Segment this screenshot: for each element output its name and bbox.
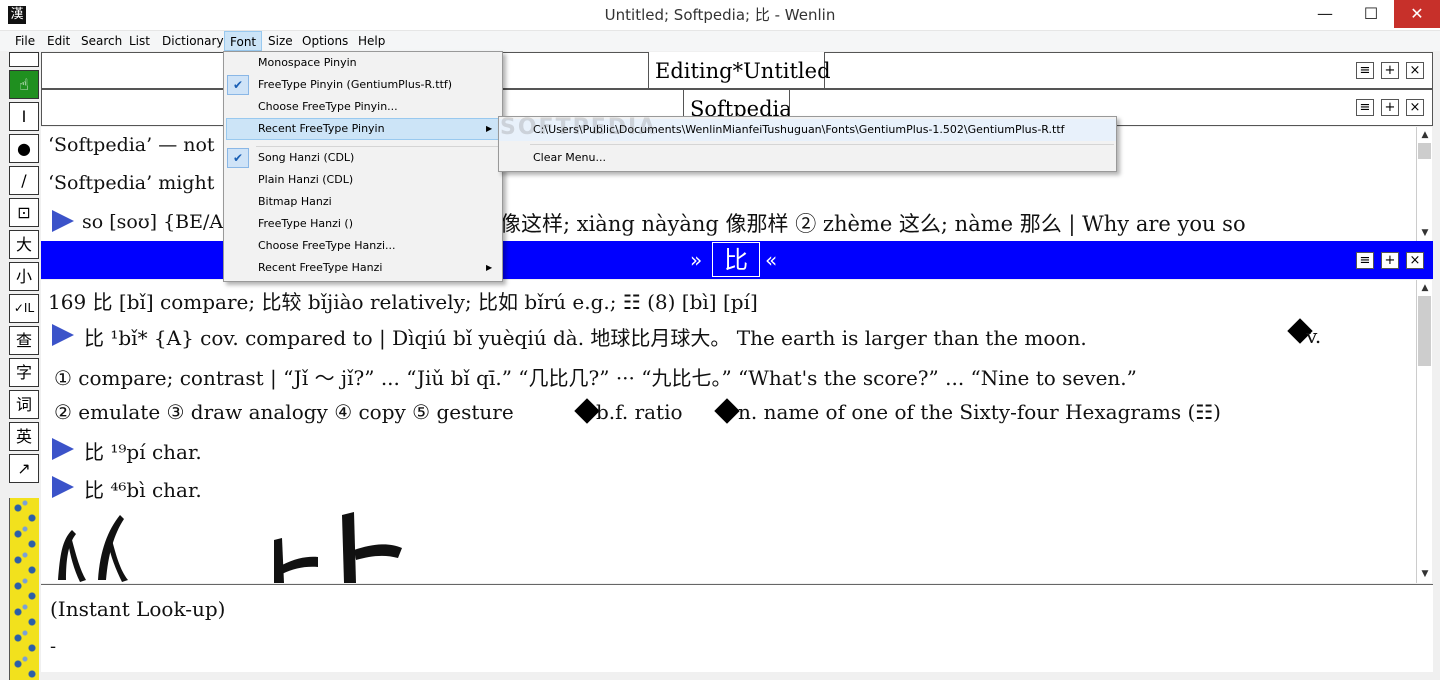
- decorative-flower-strip: [9, 498, 39, 680]
- prev-chevron-icon[interactable]: »: [690, 241, 702, 279]
- font-menu-choose-freetype-hanzi[interactable]: Choose FreeType Hanzi...: [224, 235, 502, 257]
- font-menu-choose-freetype-pinyin[interactable]: Choose FreeType Pinyin...: [224, 96, 502, 118]
- big-font-tool[interactable]: 大: [9, 230, 39, 259]
- clear-menu-item[interactable]: Clear Menu...: [499, 147, 1116, 169]
- dict-line-header: 169 比 [bǐ] compare; 比较 bǐjiào relatively…: [48, 290, 758, 314]
- dict-scroll-thumb[interactable]: [1418, 296, 1431, 366]
- window-title: Untitled; Softpedia; 比 - Wenlin: [604, 6, 836, 24]
- dict-pane-close-button[interactable]: ×: [1406, 252, 1424, 269]
- menu-options[interactable]: Options: [297, 31, 353, 51]
- menu-list[interactable]: List: [124, 31, 155, 51]
- maximize-button[interactable]: ☐: [1348, 0, 1394, 28]
- character-tool[interactable]: 字: [9, 358, 39, 387]
- edit-line-3: so [soʊ] {BE/A: [82, 211, 224, 233]
- editing-pane-title: Editing*Untitled: [648, 52, 831, 88]
- font-menu-freetype-hanzi[interactable]: FreeType Hanzi (): [224, 213, 502, 235]
- tool-blank[interactable]: [9, 52, 39, 67]
- pane-zoom-button-2[interactable]: +: [1381, 99, 1399, 116]
- dict-line-bi4: 比 ⁴⁶bì char.: [84, 478, 202, 502]
- pane-zoom-button[interactable]: +: [1381, 62, 1399, 79]
- menu-help[interactable]: Help: [353, 31, 390, 51]
- scroll-thumb[interactable]: [1418, 143, 1431, 159]
- font-menu-song-hanzi[interactable]: Song Hanzi (CDL): [224, 147, 502, 169]
- edit-line-2: ‘Softpedia’ might: [48, 172, 215, 194]
- menu-file[interactable]: File: [10, 31, 40, 51]
- menu-edit[interactable]: Edit: [42, 31, 75, 51]
- brush-character-image: [262, 510, 412, 583]
- pane-menu-button[interactable]: ≡: [1356, 62, 1374, 79]
- font-menu-recent-freetype-pinyin[interactable]: Recent FreeType Pinyin: [224, 118, 502, 140]
- dict-line-senses: ② emulate ③ draw analogy ④ copy ⑤ gestur…: [54, 400, 514, 424]
- minimize-button[interactable]: —: [1302, 0, 1348, 28]
- dict-line-ratio: b.f. ratio: [596, 400, 683, 424]
- dict-pane-menu-button[interactable]: ≡: [1356, 252, 1374, 269]
- font-menu-monospace-pinyin[interactable]: Monospace Pinyin: [224, 52, 502, 74]
- dict-line-pi: 比 ¹⁹pí char.: [84, 440, 202, 464]
- dict-line-compare: ① compare; contrast | “Jǐ ～ jǐ?” ... “Ji…: [54, 366, 1137, 390]
- english-tool[interactable]: 英: [9, 422, 39, 451]
- dict-line-bi-cov: 比 ¹bǐ* {A} cov. compared to | Dìqiú bǐ y…: [84, 326, 1087, 350]
- dict-scroll-down-arrow-icon[interactable]: ▼: [1417, 567, 1433, 581]
- expand-arrow-icon-3[interactable]: [52, 438, 74, 460]
- submenu-arrow-icon-2: ▶: [486, 263, 493, 272]
- dict-scroll-up-arrow-icon[interactable]: ▲: [1417, 281, 1433, 295]
- instant-lookup-pane[interactable]: [41, 584, 1433, 672]
- font-menu-recent-freetype-hanzi[interactable]: Recent FreeType Hanzi: [224, 257, 502, 279]
- check-il-tool[interactable]: ✓IL: [9, 294, 39, 323]
- dict-line-hexagram: n. name of one of the Sixty-four Hexagra…: [738, 400, 1221, 424]
- pane-close-button-2[interactable]: ×: [1406, 99, 1424, 116]
- next-chevron-icon[interactable]: «: [765, 241, 777, 279]
- submenu-arrow-icon: ▶: [486, 124, 493, 133]
- select-tool-icon[interactable]: ⊡: [9, 198, 39, 227]
- scroll-up-arrow-icon[interactable]: ▲: [1417, 128, 1433, 142]
- dot-tool-icon[interactable]: ●: [9, 134, 39, 163]
- instant-lookup-label: (Instant Look-up): [50, 597, 226, 621]
- menu-size[interactable]: Size: [263, 31, 298, 51]
- word-tool[interactable]: 词: [9, 390, 39, 419]
- text-cursor-tool-icon[interactable]: I: [9, 102, 39, 131]
- menu-font[interactable]: Font: [224, 31, 263, 51]
- expand-arrow-icon[interactable]: [52, 210, 74, 232]
- pen-tool-icon[interactable]: /: [9, 166, 39, 195]
- softpedia-watermark: SOFTPEDIA: [500, 115, 658, 140]
- app-icon[interactable]: 漢: [8, 6, 26, 24]
- scroll-down-arrow-icon[interactable]: ▼: [1417, 226, 1433, 240]
- expand-arrow-icon-4[interactable]: [52, 476, 74, 498]
- dict-pos-verb: v.: [1306, 324, 1322, 348]
- edit-line-1: ‘Softpedia’ — not: [48, 134, 215, 156]
- arrow-tool-icon[interactable]: ↗: [9, 454, 39, 483]
- pane-menu-button-2[interactable]: ≡: [1356, 99, 1374, 116]
- seal-script-image: [50, 510, 130, 583]
- menu-search[interactable]: Search: [76, 31, 127, 51]
- font-menu-plain-hanzi[interactable]: Plain Hanzi (CDL): [224, 169, 502, 191]
- current-character[interactable]: 比: [712, 242, 760, 277]
- edit-line-4: 像这样; xiàng nàyàng 像那样 ② zhème 这么; nàme 那…: [500, 212, 1246, 236]
- instant-lookup-cursor: -: [50, 636, 57, 657]
- font-menu-freetype-pinyin[interactable]: FreeType Pinyin (GentiumPlus-R.ttf): [224, 74, 502, 96]
- hand-tool-icon[interactable]: ☝: [9, 70, 39, 99]
- close-window-button[interactable]: ✕: [1394, 0, 1440, 28]
- lookup-tool[interactable]: 查: [9, 326, 39, 355]
- menu-dictionary[interactable]: Dictionary: [157, 31, 229, 51]
- font-menu-bitmap-hanzi[interactable]: Bitmap Hanzi: [224, 191, 502, 213]
- dict-pane-zoom-button[interactable]: +: [1381, 252, 1399, 269]
- pane-close-button[interactable]: ×: [1406, 62, 1424, 79]
- expand-arrow-icon-2[interactable]: [52, 324, 74, 346]
- small-font-tool[interactable]: 小: [9, 262, 39, 291]
